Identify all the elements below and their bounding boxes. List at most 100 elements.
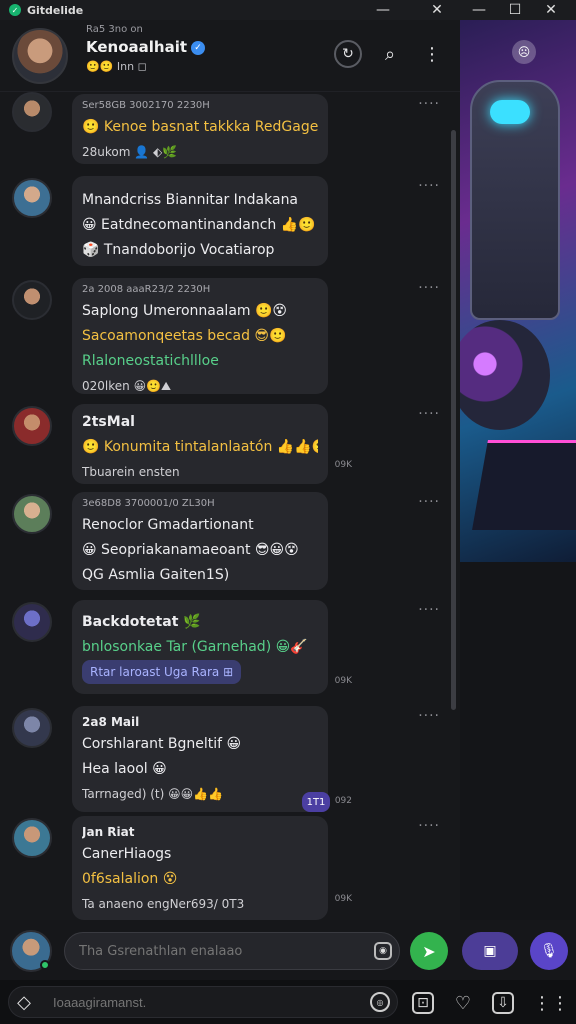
chat-scrollbar[interactable]	[451, 130, 456, 710]
more-icon[interactable]: ⋮	[418, 40, 446, 68]
message-text: Rlaloneostatichllloe	[82, 353, 219, 369]
side-artwork-image: ☹	[460, 20, 576, 562]
message-avatar[interactable]	[12, 280, 52, 320]
window-controls-left: — ✕	[370, 0, 450, 20]
message-avatar[interactable]	[12, 602, 52, 642]
contact-name[interactable]: Kenoaalhait ✓	[86, 38, 206, 56]
sync-icon[interactable]: ↻	[334, 40, 362, 68]
sad-face-icon[interactable]: ☹	[512, 40, 536, 64]
contact-name-text: Kenoaalhait	[86, 38, 188, 56]
window-controls-right: — ☐ ✕	[466, 0, 564, 20]
reaction-count-badge[interactable]: 1T1	[302, 792, 330, 812]
heart-icon[interactable]: ♡	[452, 992, 474, 1014]
message-options-icon[interactable]: ····	[418, 178, 440, 194]
message-text: 020lken 😀🙂⛰	[82, 379, 172, 393]
message-bubble: 3e68D8 3700001/0 ZL30H Renoclor Gmadarti…	[72, 492, 328, 590]
message-meta: Ser58GB 3002170 2230H	[82, 100, 210, 111]
message-avatar[interactable]	[12, 406, 52, 446]
robot-visor	[490, 100, 530, 124]
message-input[interactable]	[64, 932, 400, 970]
message-sender: 2tsMal	[82, 414, 135, 430]
message-avatar[interactable]	[12, 178, 52, 218]
media-button[interactable]: ▣	[462, 932, 518, 970]
message-meta: 2a 2008 aaaR23/2 2230H	[82, 284, 211, 295]
attachment-chip[interactable]: Rtar laroast Uga Rara ⊞	[82, 660, 242, 684]
message-text: 28ukom 👤 ⬖🌿	[82, 145, 178, 159]
message-text: 🙂 Kenoe basnat takkka RedGagelnai	[82, 119, 318, 135]
message-text: Tarrnaged) (t) 😀😀👍👍	[82, 787, 223, 801]
chat-header: Ra5 3no on Kenoaalhait ✓ 🙂🙂 Inn ◻ ↻ ⌕ ⋮	[0, 20, 460, 92]
online-status-icon	[40, 960, 50, 970]
close-chat-button[interactable]: ✕	[424, 0, 450, 20]
message-bubble: Mnandcriss Biannitar Indakana 😀 Eatdneco…	[72, 176, 328, 266]
message-item[interactable]: Jan Riat CanerHiaogs 0f6salalion 😵 Ta an…	[10, 816, 450, 920]
taskbar: ◇ ◎ ⊡ ♡ ⇩ ⋮⋮	[0, 980, 576, 1024]
message-options-icon[interactable]: ····	[418, 494, 440, 510]
message-item[interactable]: Ser58GB 3002170 2230H 🙂 Kenoe basnat tak…	[10, 92, 450, 168]
message-bubble: Ser58GB 3002170 2230H 🙂 Kenoe basnat tak…	[72, 94, 328, 164]
message-options-icon[interactable]: ····	[418, 708, 440, 724]
contact-avatar[interactable]	[12, 27, 68, 84]
message-text: 😀 Seopriakanamaeoant 😎😀😵	[82, 542, 299, 558]
message-sender: Backdotetat 🌿	[82, 614, 201, 630]
app-logo-icon: ✓	[9, 4, 21, 16]
message-text: 0f6salalion 😵	[82, 871, 178, 887]
message-text: 🎲 Tnandoborijo Vocatiarop	[82, 242, 275, 258]
message-options-icon[interactable]: ····	[418, 96, 440, 112]
message-text: Mnandcriss Biannitar Indakana	[82, 192, 299, 208]
message-bubble: 2a8 Mail Corshlarant Bgneltif 😀 Hea laoo…	[72, 706, 328, 812]
message-options-icon[interactable]: ····	[418, 406, 440, 422]
title-bar: ✓ Gitdelide — ✕ — ☐ ✕	[0, 0, 576, 20]
message-text: Sacoamonqeetas becad 😎🙂	[82, 328, 287, 344]
window-icon[interactable]: ⊡	[412, 992, 434, 1014]
taskbar-search-input[interactable]	[8, 986, 398, 1018]
message-item[interactable]: 2a8 Mail Corshlarant Bgneltif 😀 Hea laoo…	[10, 706, 450, 814]
dj-deck	[472, 440, 576, 530]
message-options-icon[interactable]: ····	[418, 280, 440, 296]
minimize-button[interactable]: —	[370, 0, 396, 20]
message-item[interactable]: 2a 2008 aaaR23/2 2230H Saplong Umeronnaa…	[10, 278, 450, 396]
download-icon[interactable]: ⇩	[492, 992, 514, 1014]
minimize-window-button[interactable]: —	[466, 0, 492, 20]
microphone-button[interactable]: 🎙	[530, 932, 568, 970]
message-item[interactable]: Backdotetat 🌿 bnlosonkae Tar (Garnehad) …	[10, 600, 450, 696]
message-item[interactable]: 3e68D8 3700001/0 ZL30H Renoclor Gmadarti…	[10, 492, 450, 592]
clock-icon[interactable]: ◎	[370, 992, 390, 1012]
message-attachment[interactable]: Rtar laroast Uga Rara ⊞	[82, 660, 318, 685]
search-icon[interactable]: ⌕	[376, 40, 404, 68]
message-text: Corshlarant Bgneltif 😀	[82, 736, 242, 752]
message-bubble: Backdotetat 🌿 bnlosonkae Tar (Garnehad) …	[72, 600, 328, 694]
close-window-button[interactable]: ✕	[538, 0, 564, 20]
message-options-icon[interactable]: ····	[418, 818, 440, 834]
camera-icon[interactable]: ◉	[374, 942, 392, 960]
header-actions: ↻ ⌕ ⋮	[334, 40, 446, 68]
message-bubble: Jan Riat CanerHiaogs 0f6salalion 😵 Ta an…	[72, 816, 328, 920]
chat-panel: Ra5 3no on Kenoaalhait ✓ 🙂🙂 Inn ◻ ↻ ⌕ ⋮ S…	[0, 20, 460, 920]
message-time: 09K	[334, 460, 352, 470]
message-meta: 3e68D8 3700001/0 ZL30H	[82, 498, 215, 509]
message-sender: Jan Riat	[82, 825, 135, 839]
message-time: 092	[334, 796, 352, 806]
contact-status: 🙂🙂 Inn ◻	[86, 60, 147, 73]
robot-orb	[460, 320, 550, 430]
diamond-icon[interactable]: ◇	[14, 992, 34, 1013]
message-item[interactable]: Mnandcriss Biannitar Indakana 😀 Eatdneco…	[10, 176, 450, 268]
message-text: Tbuarein ensten	[82, 465, 180, 479]
message-avatar[interactable]	[12, 92, 52, 132]
message-text: Hea laool 😀	[82, 761, 167, 777]
message-item[interactable]: 2tsMal 🙂 Konumita tintalanlaatón 👍👍🙂 Tbu…	[10, 404, 450, 486]
send-button[interactable]: ➤	[410, 932, 448, 970]
message-text: Renoclor Gmadartionant	[82, 517, 254, 533]
grid-icon[interactable]: ⋮⋮	[533, 992, 569, 1014]
message-avatar[interactable]	[12, 818, 52, 858]
message-text: bnlosonkae Tar (Garnehad) 😀🎸	[82, 639, 308, 655]
message-avatar[interactable]	[12, 494, 52, 534]
maximize-button[interactable]: ☐	[502, 0, 528, 20]
message-time: 09K	[334, 894, 352, 904]
compose-bar: ◉ ➤ ▣ 🎙	[0, 920, 576, 980]
verified-icon: ✓	[191, 40, 206, 55]
message-options-icon[interactable]: ····	[418, 602, 440, 618]
message-avatar[interactable]	[12, 708, 52, 748]
message-text: QG Asmlia Gaiten1S)	[82, 567, 230, 583]
message-time: 09K	[334, 676, 352, 686]
